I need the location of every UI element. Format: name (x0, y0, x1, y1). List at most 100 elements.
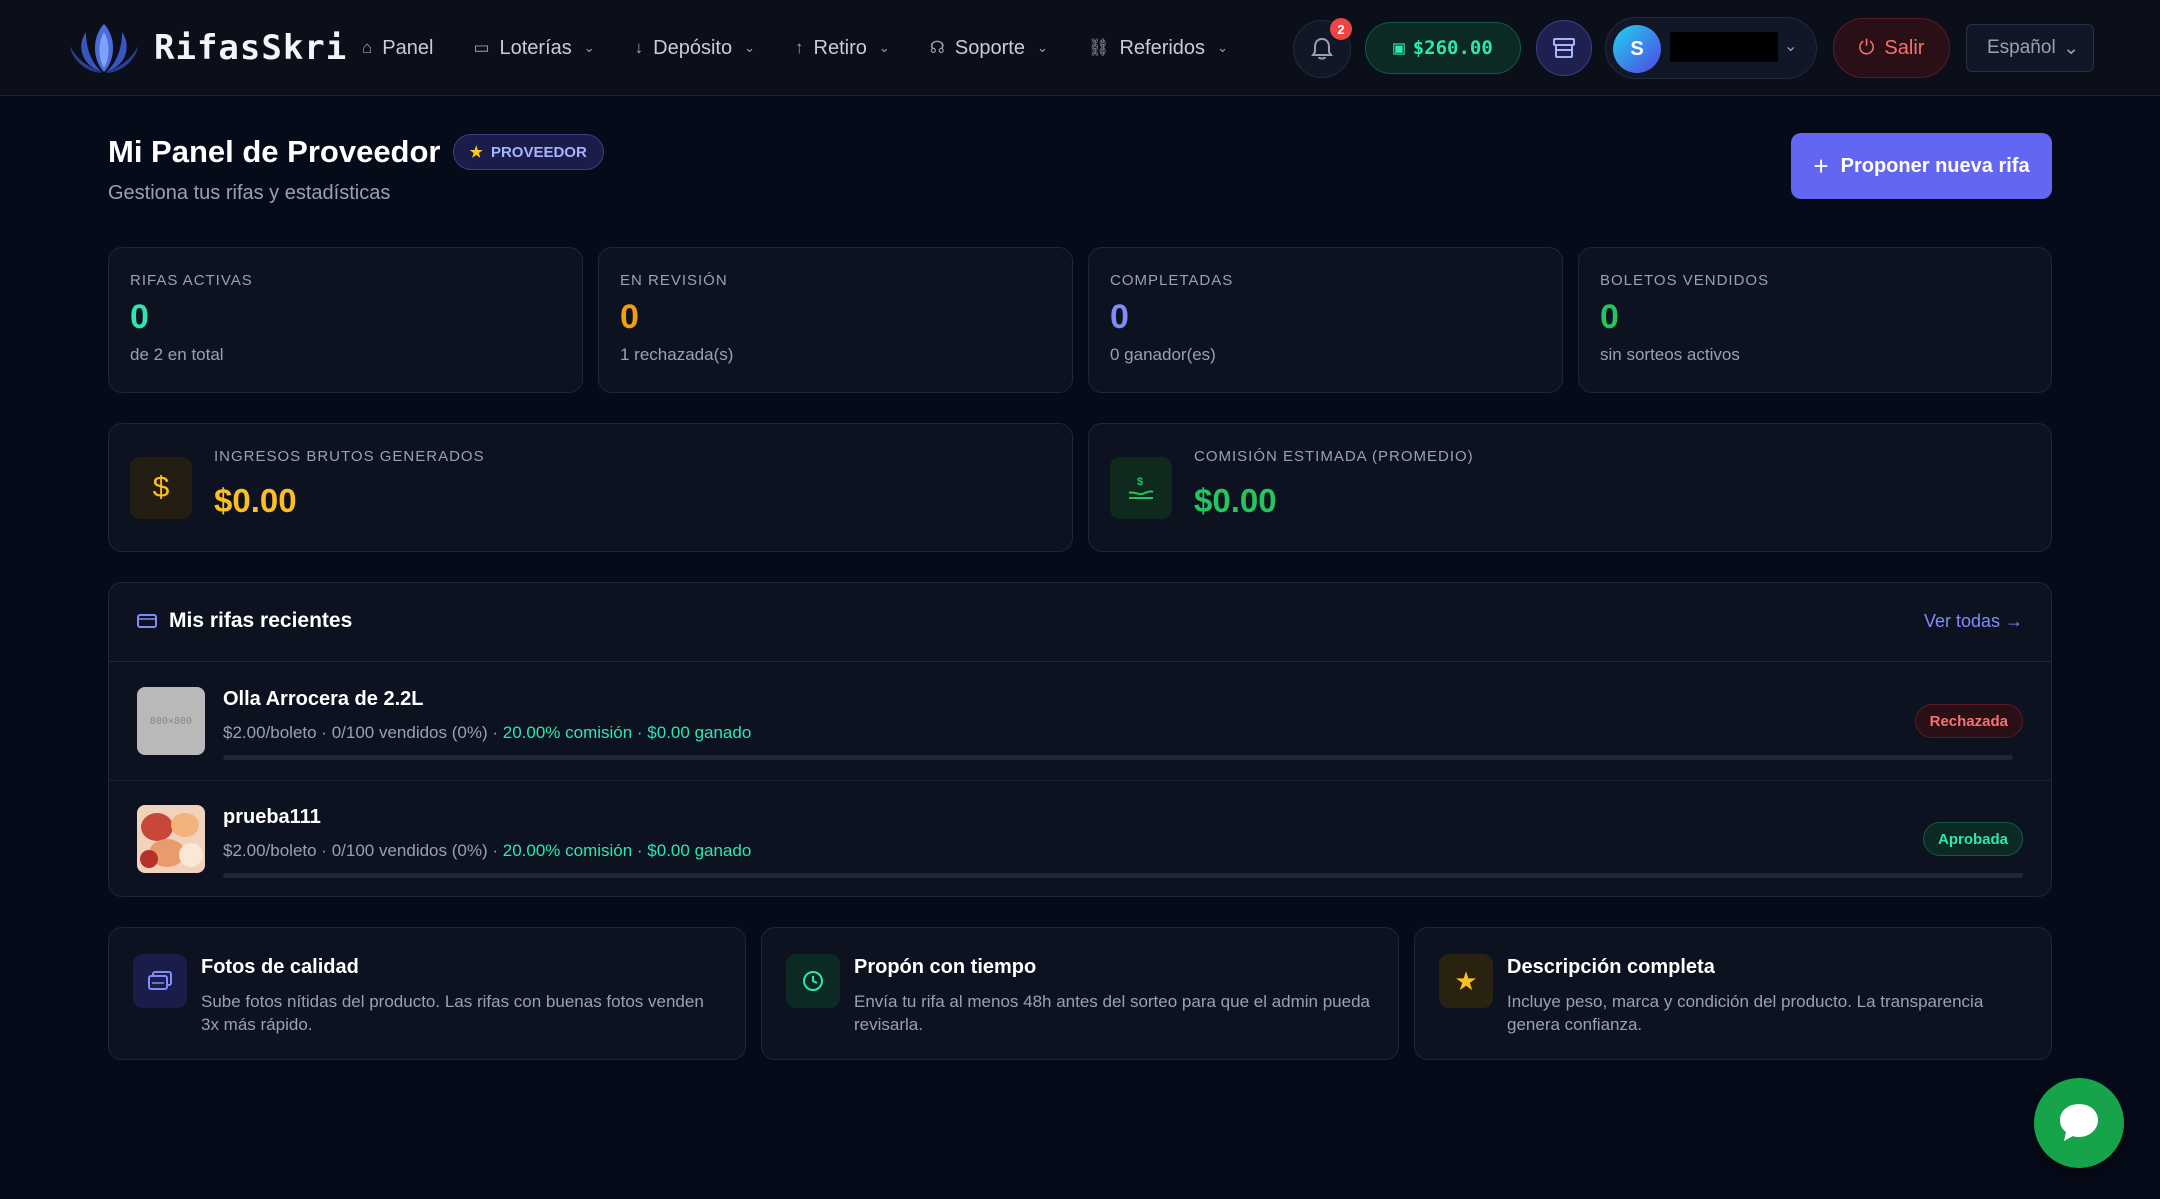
nav-retiro-label: Retiro (813, 36, 867, 59)
stat-card-tickets: BOLETOS VENDIDOS 0 sin sorteos activos (1578, 247, 2052, 393)
raffle-meta: $2.00/boleto · 0/100 vendidos (0%) · 20.… (223, 723, 751, 743)
ticket-icon (137, 614, 157, 628)
stat-sub: de 2 en total (130, 345, 224, 364)
list-item[interactable]: 800×800 Olla Arrocera de 2.2L $2.00/bole… (109, 663, 2051, 781)
page-subtitle: Gestiona tus rifas y estadísticas (108, 182, 391, 204)
raffle-meta-text: $2.00/boleto · 0/100 vendidos (0%) · (223, 723, 503, 742)
lotus-logo-icon (70, 24, 138, 73)
home-icon: ⌂ (362, 38, 373, 57)
nav-panel[interactable]: ⌂ Panel (362, 37, 433, 60)
plus-icon: + (1813, 150, 1829, 181)
logout-button[interactable]: ⏻ Salir (1833, 18, 1950, 78)
avatar: S (1613, 25, 1661, 73)
ticket-icon: ▭ (473, 38, 490, 57)
stat-sub: 0 ganador(es) (1110, 345, 1216, 364)
tip-title: Fotos de calidad (201, 956, 359, 978)
notifications-button[interactable]: 2 (1293, 18, 1352, 78)
tip-description: Sube fotos nítidas del producto. Las rif… (201, 992, 704, 1034)
images-icon (133, 954, 187, 1008)
money-value: $0.00 (1194, 482, 1277, 519)
money-label: INGRESOS BRUTOS GENERADOS (214, 448, 485, 465)
tip-card-photos: Fotos de calidad Sube fotos nítidas del … (108, 927, 746, 1060)
status-badge: Aprobada (1922, 822, 2023, 856)
nav-deposito-label: Depósito (653, 36, 733, 59)
nav-retiro[interactable]: ↑ Retiro ⌄ (795, 37, 890, 60)
chevron-down-icon: ⌄ (1784, 38, 1798, 55)
money-label: COMISIÓN ESTIMADA (PROMEDIO) (1194, 448, 1474, 465)
stat-card-review: EN REVISIÓN 0 1 rechazada(s) (598, 247, 1073, 393)
list-item[interactable]: prueba111 $2.00/boleto · 0/100 vendidos … (109, 781, 2051, 899)
store-button[interactable] (1536, 20, 1592, 76)
wallet-balance[interactable]: ▣ $260.00 (1365, 22, 1521, 74)
propose-raffle-label: Proponer nueva rifa (1840, 154, 2030, 177)
recent-raffles-header: Mis rifas recientes Ver todas → (109, 583, 2051, 662)
raffle-commission: 20.00% comisión · $0.00 ganado (502, 723, 752, 742)
wallet-icon: ▣ (1393, 37, 1405, 59)
stat-label: COMPLETADAS (1110, 272, 1234, 289)
top-navbar: RifasSkri ⌂ Panel ▭ Loterías ⌄ ↓ Depósit… (0, 0, 2160, 96)
chevron-down-icon: ⌄ (583, 40, 595, 55)
nav-loterias[interactable]: ▭ Loterías ⌄ (473, 37, 594, 60)
headset-icon: ☊ (929, 38, 945, 57)
tip-card-description: ★ Descripción completa Incluye peso, mar… (1414, 927, 2052, 1060)
star-icon: ★ (1439, 954, 1493, 1008)
brand-logo[interactable]: RifasSkri (64, 18, 347, 78)
language-select[interactable]: Español ⌄ (1966, 24, 2094, 72)
stat-label: EN REVISIÓN (620, 272, 728, 289)
nav-soporte[interactable]: ☊ Soporte ⌄ (930, 37, 1048, 60)
tip-description: Incluye peso, marca y condición del prod… (1507, 992, 1984, 1034)
svg-text:$: $ (1137, 476, 1143, 488)
nav-referidos-label: Referidos (1119, 36, 1206, 59)
status-badge: Rechazada (1914, 704, 2023, 738)
commission-card: $ COMISIÓN ESTIMADA (PROMEDIO) $0.00 (1088, 423, 2052, 552)
gross-income-card: $ INGRESOS BRUTOS GENERADOS $0.00 (108, 423, 1073, 552)
main-menu: ⌂ Panel ▭ Loterías ⌄ ↓ Depósito ⌄ ↑ Reti… (362, 28, 1268, 68)
nav-panel-label: Panel (382, 36, 434, 59)
tip-description: Envía tu rifa al menos 48h antes del sor… (854, 992, 1371, 1034)
star-icon: ★ (469, 144, 483, 161)
stat-sub: sin sorteos activos (1600, 345, 1740, 364)
nav-referidos[interactable]: ⛓ Referidos ⌄ (1088, 37, 1228, 60)
role-badge: ★ PROVEEDOR (452, 134, 604, 170)
chevron-down-icon: ⌄ (744, 40, 756, 55)
hand-coin-icon: $ (1110, 457, 1172, 519)
language-value: Español (1987, 37, 2056, 58)
raffle-meta: $2.00/boleto · 0/100 vendidos (0%) · 20.… (223, 841, 751, 861)
tip-card-time: Propón con tiempo Envía tu rifa al menos… (761, 927, 1399, 1060)
nav-deposito[interactable]: ↓ Depósito ⌄ (635, 37, 755, 60)
thumbnail-placeholder-text: 800×800 (149, 715, 193, 727)
chevron-down-icon: ⌄ (2063, 37, 2079, 59)
wallet-balance-value: $260.00 (1412, 37, 1493, 59)
stat-card-completed: COMPLETADAS 0 0 ganador(es) (1088, 247, 1563, 393)
stat-value: 0 (130, 298, 149, 336)
raffle-meta-text: $2.00/boleto · 0/100 vendidos (0%) · (223, 841, 503, 860)
user-menu[interactable]: S ⌄ (1605, 17, 1817, 79)
stat-sub: 1 rechazada(s) (620, 345, 734, 364)
raffle-name: Olla Arrocera de 2.2L (223, 688, 424, 710)
recent-raffles-panel: Mis rifas recientes Ver todas → 800×800 … (108, 582, 2052, 897)
chevron-down-icon: ⌄ (1036, 40, 1048, 55)
recent-raffles-title-text: Mis rifas recientes (169, 609, 353, 632)
store-icon (1553, 38, 1575, 58)
chat-bubble-icon (2060, 1104, 2098, 1141)
chevron-down-icon: ⌄ (1217, 40, 1228, 55)
link-icon: ⛓ (1087, 38, 1110, 57)
notifications-badge: 2 (1330, 18, 1352, 40)
page-title: Mi Panel de Proveedor (108, 134, 441, 169)
stat-value: 0 (1600, 298, 1619, 336)
raffle-name: prueba111 (223, 806, 321, 828)
see-all-link[interactable]: Ver todas → (1924, 611, 2023, 632)
stat-label: RIFAS ACTIVAS (130, 272, 253, 289)
stat-card-active: RIFAS ACTIVAS 0 de 2 en total (108, 247, 583, 393)
clock-icon (786, 954, 840, 1008)
user-name-redacted (1670, 32, 1778, 62)
brand-name: RifasSkri (154, 28, 348, 68)
chat-button[interactable] (2034, 1078, 2124, 1168)
nav-soporte-label: Soporte (954, 36, 1025, 59)
dollar-icon: $ (130, 457, 192, 519)
raffle-thumbnail (137, 805, 205, 873)
chevron-down-icon: ⌄ (878, 40, 890, 55)
money-value: $0.00 (214, 482, 297, 519)
stat-value: 0 (1110, 298, 1129, 336)
propose-raffle-button[interactable]: + Proponer nueva rifa (1791, 133, 2052, 199)
